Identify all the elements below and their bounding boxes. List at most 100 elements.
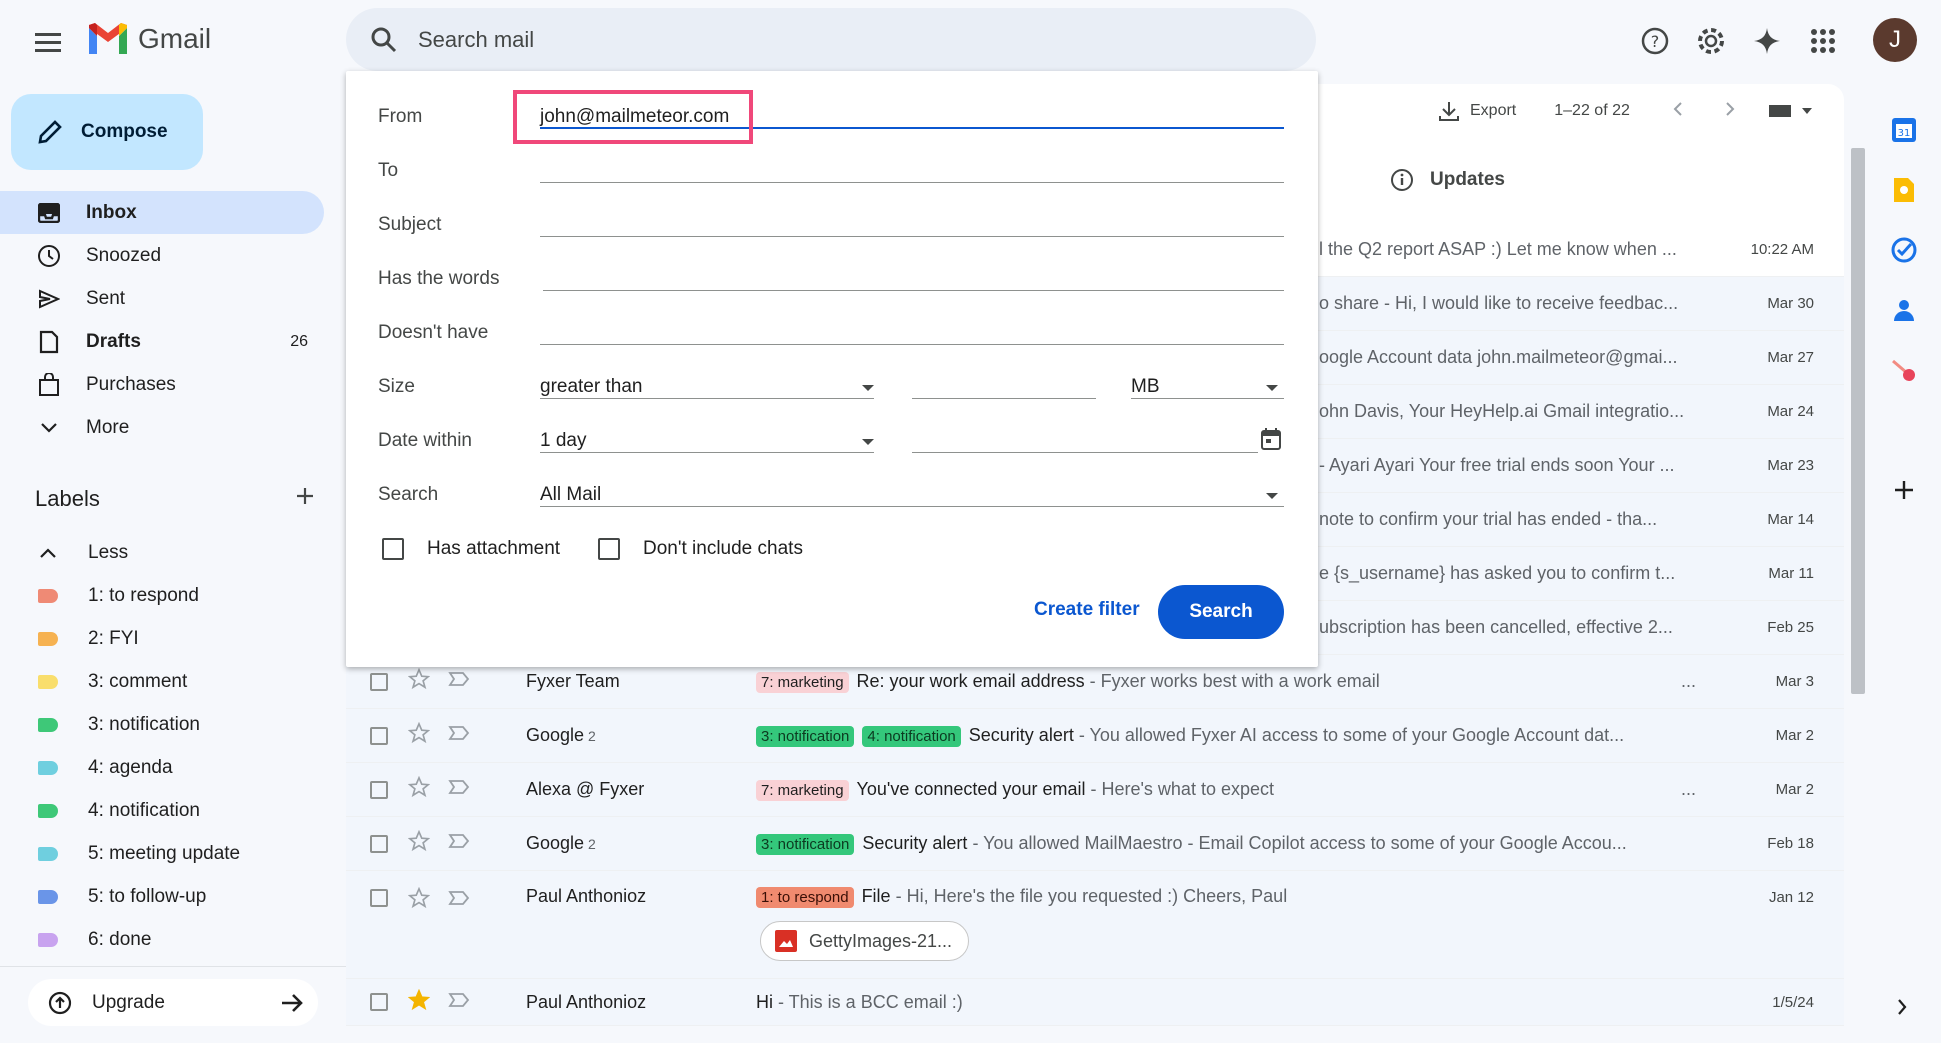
label-item[interactable]: 5: meeting update (0, 832, 324, 875)
row-checkbox[interactable] (370, 780, 388, 799)
upgrade-button[interactable]: Upgrade (28, 979, 318, 1026)
importance-icon[interactable] (448, 890, 470, 911)
addon-app-button[interactable] (1884, 340, 1924, 400)
labels-less-toggle[interactable]: Less (0, 531, 324, 574)
arrow-right-icon (282, 993, 303, 1012)
search-icon[interactable] (368, 24, 400, 56)
attachment-chip[interactable]: GettyImages-21... (760, 921, 970, 961)
star-icon[interactable] (407, 775, 431, 803)
export-button[interactable]: Export (1438, 100, 1516, 122)
size-operator-select[interactable]: greater than (540, 376, 642, 398)
email-row[interactable]: Paul Anthonioz Hi - This is a BCC email … (346, 979, 1844, 1026)
label-item[interactable]: 3: notification (0, 703, 324, 746)
label-item[interactable]: 2: FYI (0, 617, 324, 660)
search-bar[interactable] (346, 8, 1316, 71)
label-item[interactable]: 3: comment (0, 660, 324, 703)
row-content: 3: notification 4: notification Security a… (756, 725, 1694, 747)
nav-item-more[interactable]: More (0, 406, 324, 449)
scrollbar[interactable] (1851, 148, 1865, 694)
has-attachment-checkbox[interactable] (382, 538, 404, 560)
importance-icon[interactable] (448, 992, 470, 1013)
star-filled-icon[interactable] (407, 988, 431, 1016)
get-addons-button[interactable] (1884, 460, 1924, 520)
importance-icon[interactable] (448, 725, 470, 746)
main-nav: Inbox Snoozed Sent Drafts 26 Purchases M… (0, 191, 324, 449)
calendar-app-button[interactable]: 31 (1884, 100, 1924, 160)
subject-field[interactable] (540, 236, 1284, 237)
has-words-label: Has the words (378, 268, 500, 289)
contacts-app-button[interactable] (1884, 280, 1924, 340)
tab-updates[interactable]: Updates (1390, 168, 1505, 192)
star-icon[interactable] (407, 829, 431, 857)
account-avatar[interactable]: J (1873, 18, 1917, 62)
prev-page-button[interactable] (1672, 101, 1684, 122)
row-checkbox[interactable] (370, 726, 388, 745)
label-item[interactable]: 4: agenda (0, 746, 324, 789)
email-row[interactable]: Google 2 3: notification 4: notification Se… (346, 709, 1844, 763)
no-chats-checkbox[interactable] (598, 538, 620, 560)
tasks-app-button[interactable] (1884, 220, 1924, 280)
label-item[interactable]: 6: done (0, 918, 324, 961)
main-menu-button[interactable] (28, 22, 68, 62)
highlight-box (513, 90, 753, 144)
compose-button[interactable]: Compose (11, 94, 203, 170)
email-row[interactable]: Paul Anthonioz 1: to respond File - Hi, H… (346, 871, 1844, 979)
label-item[interactable]: 4: notification (0, 789, 324, 832)
row-checkbox[interactable] (370, 834, 388, 853)
doesnt-have-field[interactable] (540, 344, 1284, 345)
create-filter-button[interactable]: Create filter (1018, 585, 1156, 635)
star-icon[interactable] (407, 886, 431, 914)
keep-app-button[interactable] (1884, 160, 1924, 220)
nav-label: Snoozed (86, 244, 162, 266)
help-button[interactable]: ? (1630, 16, 1680, 66)
row-checkbox[interactable] (370, 672, 388, 691)
calendar-icon: 31 (1892, 118, 1916, 142)
importance-icon[interactable] (448, 779, 470, 800)
side-panel: 31 (1884, 100, 1924, 520)
nav-item-snoozed[interactable]: Snoozed (0, 234, 324, 277)
image-file-icon (775, 930, 797, 952)
nav-item-sent[interactable]: Sent (0, 277, 324, 320)
to-field[interactable] (540, 182, 1284, 183)
row-sender: Alexa @ Fyxer (526, 779, 644, 800)
date-within-select[interactable]: 1 day (540, 430, 586, 452)
label-color-icon (38, 717, 58, 732)
email-row[interactable]: Google 2 3: notification Security alert - … (346, 817, 1844, 871)
draft-icon (36, 329, 62, 355)
settings-button[interactable] (1686, 16, 1736, 66)
star-icon[interactable] (407, 667, 431, 695)
email-row[interactable]: Alexa @ Fyxer 7: marketing You've connect… (346, 763, 1844, 817)
size-unit-select[interactable]: MB (1131, 376, 1160, 398)
row-checkbox[interactable] (370, 993, 388, 1011)
caret-down-icon (1266, 385, 1278, 391)
plus-icon (297, 488, 313, 504)
next-page-button[interactable] (1724, 101, 1736, 122)
gmail-logo[interactable]: Gmail (86, 22, 211, 56)
size-value-field[interactable] (912, 398, 1096, 399)
input-tools-button[interactable] (1768, 103, 1812, 119)
row-checkbox[interactable] (370, 889, 388, 907)
search-button[interactable]: Search (1158, 585, 1284, 639)
importance-icon[interactable] (448, 833, 470, 854)
add-label-button[interactable] (295, 486, 315, 512)
row-date: Jan 12 (1768, 889, 1814, 906)
expand-side-panel-button[interactable] (1896, 998, 1908, 1021)
sender-name: Google (526, 833, 585, 853)
contacts-icon (1894, 300, 1914, 321)
nav-item-purchases[interactable]: Purchases (0, 363, 324, 406)
labels-title: Labels (35, 486, 100, 511)
star-icon[interactable] (407, 721, 431, 749)
date-field[interactable] (912, 452, 1258, 453)
search-input[interactable] (418, 26, 1118, 53)
search-scope-select[interactable]: All Mail (540, 484, 601, 506)
apps-button[interactable] (1798, 16, 1848, 66)
nav-item-drafts[interactable]: Drafts 26 (0, 320, 324, 363)
label-item[interactable]: 5: to follow-up (0, 875, 324, 918)
label-item[interactable]: 1: to respond (0, 574, 324, 617)
label-chip: 7: marketing (756, 779, 849, 801)
has-words-field[interactable] (543, 290, 1284, 291)
gemini-button[interactable] (1742, 16, 1792, 66)
importance-icon[interactable] (448, 671, 470, 692)
calendar-picker-button[interactable] (1260, 427, 1282, 456)
nav-item-inbox[interactable]: Inbox (0, 191, 324, 234)
